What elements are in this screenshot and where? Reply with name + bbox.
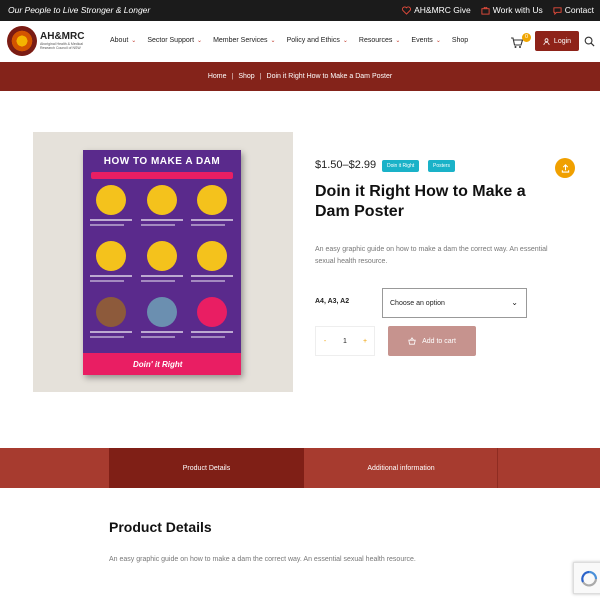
poster-step — [140, 185, 185, 235]
nav-sector-support[interactable]: Sector Support ⌄ — [147, 37, 202, 44]
top-links: AH&MRC Give Work with Us Contact — [402, 5, 594, 15]
nav-resources-label: Resources — [358, 37, 393, 44]
tab-additional-information[interactable]: Additional information — [305, 448, 498, 488]
breadcrumb-current: Doin it Right How to Make a Dam Poster — [266, 73, 393, 80]
details-heading: Product Details — [109, 519, 212, 535]
add-to-cart-label: Add to cart — [422, 337, 456, 345]
nav-member-services[interactable]: Member Services ⌄ — [213, 37, 276, 44]
work-with-us-label: Work with Us — [492, 5, 543, 15]
user-icon — [543, 37, 550, 45]
recaptcha-icon — [581, 570, 598, 587]
poster-step — [89, 241, 134, 291]
add-to-cart-button[interactable]: Add to cart — [388, 326, 476, 356]
contact-label: Contact — [564, 5, 594, 15]
breadcrumb-home[interactable]: Home — [208, 73, 227, 80]
poster-subtitle-band — [91, 172, 233, 179]
breadcrumb: Home | Shop | Doin it Right How to Make … — [0, 62, 600, 91]
quantity-stepper[interactable]: - 1 + — [315, 326, 375, 356]
chevron-down-icon: ⌄ — [131, 38, 137, 44]
breadcrumb-shop[interactable]: Shop — [238, 73, 254, 80]
poster-step — [89, 185, 134, 235]
chevron-down-icon: ⌄ — [197, 38, 203, 44]
upload-icon — [561, 163, 569, 173]
logo-icon[interactable] — [7, 26, 37, 56]
product-tabs: Product Details Additional information — [0, 448, 600, 488]
poster-image: HOW TO MAKE A DAM Doin' it Right — [83, 150, 241, 375]
nav-member-services-label: Member Services — [213, 37, 268, 44]
variation-select[interactable]: Choose an option ⌄ — [382, 288, 527, 318]
variation-select-value: Choose an option — [390, 299, 445, 307]
poster-step — [190, 241, 235, 291]
login-label: Login — [553, 37, 572, 45]
nav-resources[interactable]: Resources ⌄ — [359, 37, 401, 44]
category-badge[interactable]: Posters — [428, 160, 455, 172]
breadcrumb-separator: | — [259, 73, 262, 80]
nav-about[interactable]: About ⌄ — [110, 37, 136, 44]
nav-policy-ethics[interactable]: Policy and Ethics ⌄ — [287, 37, 348, 44]
brand-subtitle: Aboriginal Health & Medical Research Cou… — [40, 42, 83, 50]
nav-policy-ethics-label: Policy and Ethics — [286, 37, 340, 44]
chevron-down-icon: ⌄ — [342, 38, 348, 44]
poster-step — [190, 185, 235, 235]
product-price: $1.50–$2.99 — [315, 159, 377, 171]
cart-count-badge: 0 — [522, 33, 531, 42]
work-with-us-link[interactable]: Work with Us — [481, 5, 543, 15]
poster-step — [190, 297, 235, 347]
main-nav: About ⌄ Sector Support ⌄ Member Services ⌄ … — [110, 37, 479, 44]
chevron-down-icon: ⌄ — [395, 38, 401, 44]
nav-events[interactable]: Events ⌄ — [411, 37, 440, 44]
brand-name: AH&MRC — [40, 31, 85, 42]
quantity-decrement[interactable]: - — [316, 338, 334, 345]
briefcase-icon — [481, 6, 490, 15]
heart-icon — [402, 5, 412, 15]
chevron-down-icon: ⌄ — [270, 38, 276, 44]
nav-events-label: Events — [411, 37, 433, 44]
login-button[interactable]: Login — [535, 31, 579, 51]
poster-step — [89, 297, 134, 347]
poster-footer-text: Doin' it Right — [133, 360, 183, 369]
nav-shop-label: Shop — [451, 37, 469, 44]
poster-step — [140, 297, 185, 347]
quantity-value[interactable]: 1 — [334, 338, 356, 345]
details-text: An easy graphic guide on how to make a d… — [109, 556, 416, 563]
poster-title: HOW TO MAKE A DAM — [103, 156, 221, 167]
nav-sector-support-label: Sector Support — [147, 37, 195, 44]
chevron-down-icon: ⌄ — [511, 298, 518, 307]
contact-link[interactable]: Contact — [553, 5, 594, 15]
variation-label: A4, A3, A2 — [315, 298, 350, 305]
category-badge[interactable]: Doin it Right — [382, 160, 420, 172]
site-header: AH&MRC Aboriginal Health & Medical Resea… — [0, 21, 600, 62]
search-icon[interactable] — [584, 36, 595, 47]
poster-step — [140, 241, 185, 291]
breadcrumb-separator: | — [231, 73, 234, 80]
recaptcha-badge[interactable] — [573, 562, 600, 594]
basket-icon — [408, 337, 416, 345]
product-short-description: An easy graphic guide on how to make a d… — [315, 246, 548, 265]
nav-about-label: About — [110, 37, 129, 44]
chevron-down-icon: ⌄ — [435, 38, 441, 44]
product-image[interactable]: HOW TO MAKE A DAM Doin' it Right — [33, 132, 293, 392]
chat-icon — [553, 6, 562, 15]
share-button[interactable] — [555, 158, 575, 178]
give-link[interactable]: AH&MRC Give — [402, 5, 471, 15]
poster-steps-grid — [89, 185, 235, 347]
tab-product-details[interactable]: Product Details — [109, 448, 304, 488]
give-link-label: AH&MRC Give — [414, 5, 471, 15]
product-title: Doin it Right How to Make a Dam Poster — [315, 183, 526, 220]
tagline: Our People to Live Stronger & Longer — [8, 5, 151, 15]
quantity-increment[interactable]: + — [356, 338, 374, 345]
nav-shop[interactable]: Shop — [452, 37, 468, 44]
top-bar: Our People to Live Stronger & Longer AH&… — [0, 0, 600, 21]
logo-text[interactable]: AH&MRC Aboriginal Health & Medical Resea… — [40, 31, 90, 50]
